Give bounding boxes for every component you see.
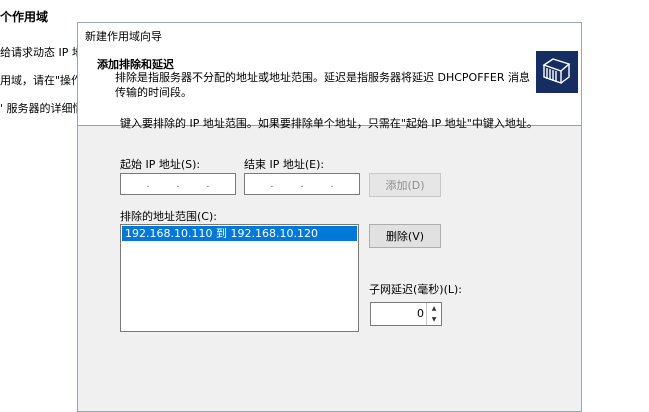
new-scope-wizard-dialog: 新建作用域向导 添加排除和延迟 排除是指服务器不分配的地址或地址范围。延迟是指服… <box>77 22 582 412</box>
subnet-delay-value[interactable]: 0 <box>417 307 424 320</box>
start-ip-input[interactable]: . . . <box>120 173 236 195</box>
dialog-title: 新建作用域向导 <box>85 30 162 43</box>
stepper-down-icon[interactable]: ▼ <box>427 314 441 325</box>
add-button[interactable]: 添加(D) <box>369 173 441 197</box>
background-window-title: 个作用域 <box>0 10 49 24</box>
folders-icon <box>536 51 578 93</box>
excluded-range-list[interactable]: 192.168.10.110 到 192.168.10.120 <box>120 224 359 332</box>
ip-dot: . <box>300 178 304 190</box>
dialog-title-bar[interactable]: 新建作用域向导 <box>78 23 581 47</box>
subnet-delay-label: 子网延迟(毫秒)(L): <box>369 283 463 296</box>
instruction-text: 键入要排除的 IP 地址范围。如果要排除单个地址，只需在"起始 IP 地址"中键… <box>120 117 538 130</box>
ip-dot: . <box>270 178 274 190</box>
end-ip-input[interactable]: . . . <box>244 173 360 195</box>
subnet-delay-stepper[interactable]: 0 ▲ ▼ <box>370 302 442 326</box>
ip-dot: . <box>206 178 210 190</box>
ip-dot: . <box>176 178 180 190</box>
list-item[interactable]: 192.168.10.110 到 192.168.10.120 <box>122 226 357 241</box>
stepper-up-icon[interactable]: ▲ <box>427 303 441 314</box>
background-text-line: 用域，请在"操作" <box>0 74 88 87</box>
header-description: 排除是指服务器不分配的地址或地址范围。延迟是指服务器将延迟 DHCPOFFER … <box>115 71 530 99</box>
remove-button[interactable]: 删除(V) <box>369 224 441 248</box>
excluded-range-label: 排除的地址范围(C): <box>120 210 217 223</box>
ip-dot: . <box>330 178 334 190</box>
ip-dot: . <box>146 178 150 190</box>
start-ip-label: 起始 IP 地址(S): <box>120 158 201 171</box>
stepper-arrows: ▲ ▼ <box>426 303 441 325</box>
background-text-line: 给请求动态 IP 地 <box>0 46 83 59</box>
background-text-line: ' 服务器的详细情 <box>0 102 84 115</box>
end-ip-label: 结束 IP 地址(E): <box>244 158 325 171</box>
